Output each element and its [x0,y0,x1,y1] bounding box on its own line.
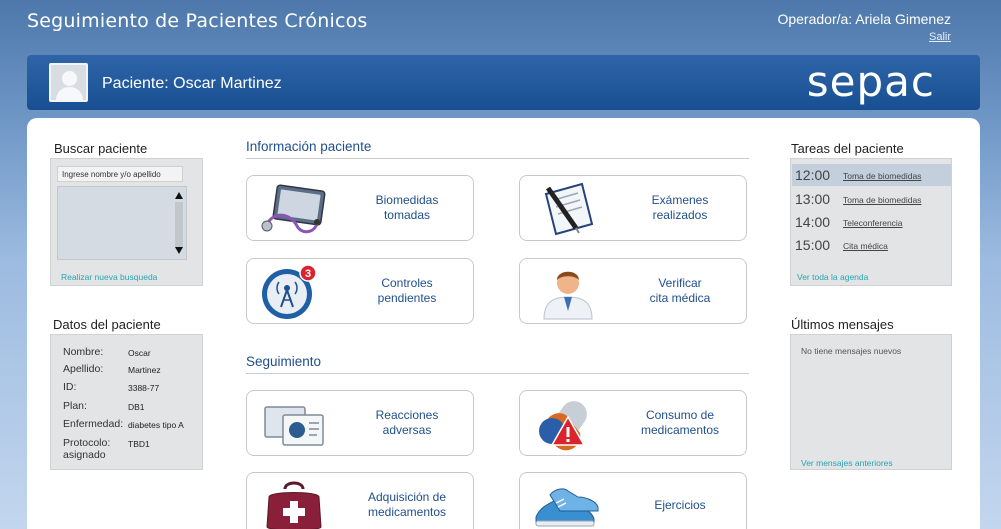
tile-label: Reacciones adversas [375,408,439,437]
tasks-box: 12:00 Toma de biomedidas 13:00 Toma de b… [790,158,952,286]
tile-label: Adquisición de medicamentos [367,490,447,519]
divider [246,158,749,159]
field-value: 3388-77 [128,383,160,393]
logout-link[interactable]: Salir [929,31,951,43]
field-value: Oscar [128,348,151,358]
search-box: Ingrese nombre y/o apellido Realizar nue… [50,158,203,286]
field-value: diabetes tipo A [128,420,184,430]
tablet-stethoscope-icon [261,184,326,234]
field-label: Protocolo: asignado [63,437,111,461]
pill-warning-icon [539,401,587,451]
patient-banner: Paciente: Oscar Martinez sepac [27,55,980,110]
tile-biomedidas[interactable]: Biomedidas tomadas [246,175,474,241]
task-time: 13:00 [795,191,831,207]
task-link[interactable]: Toma de biomedidas [843,195,921,205]
search-title: Buscar paciente [54,141,148,156]
top-bar: Seguimiento de Pacientes Crónicos Operad… [0,0,1001,52]
info-section-title: Información paciente [246,139,372,154]
app-title: Seguimiento de Pacientes Crónicos [27,10,368,32]
messages-empty-text: No tiene mensajes nuevos [801,346,902,356]
search-input[interactable]: Ingrese nombre y/o apellido [57,166,183,182]
field-value: TBD1 [128,439,150,449]
antenna-notification-icon: 3 [262,264,317,319]
scroll-up-icon[interactable] [175,192,183,199]
sneakers-icon [535,488,599,527]
older-messages-link[interactable]: Ver mensajes anteriores [801,458,893,468]
task-time: 14:00 [795,214,831,230]
scroll-down-icon[interactable] [175,247,183,254]
tile-verificar-cita[interactable]: Verificar cita médica [519,258,747,324]
avatar [49,63,88,102]
tile-label: Consumo de medicamentos [640,408,720,437]
patient-data-title: Datos del paciente [53,317,161,332]
tile-ejercicios[interactable]: Ejercicios [519,472,747,529]
follow-section-title: Seguimiento [246,354,322,369]
task-row[interactable]: 14:00 Teleconferencia [792,211,951,233]
main-panel: Buscar paciente Ingrese nombre y/o apell… [27,118,980,529]
doctor-icon [543,271,593,320]
tile-examenes[interactable]: Exámenes realizados [519,175,747,241]
task-link[interactable]: Cita médica [843,241,888,251]
operator-label: Operador/a: Ariela Gimenez [777,11,951,27]
tile-consumo[interactable]: Consumo de medicamentos [519,390,747,456]
task-time: 12:00 [795,167,831,183]
task-row[interactable]: 15:00 Cita médica [792,234,951,256]
tile-label: Exámenes realizados [651,193,709,222]
tile-adquisicion[interactable]: Adquisición de medicamentos [246,472,474,529]
agenda-link[interactable]: Ver toda la agenda [797,272,868,282]
field-label: Apellido: [63,363,104,375]
badge-count: 3 [305,268,311,280]
tile-reacciones[interactable]: Reacciones adversas [246,390,474,456]
tile-controles[interactable]: 3 Controles pendientes [246,258,474,324]
tile-label: Biomedidas tomadas [375,193,439,222]
patient-name: Paciente: Oscar Martinez [102,75,282,92]
brand-logo: sepac [806,57,935,106]
medical-bag-icon [266,481,322,529]
field-value: DB1 [128,402,145,412]
tile-label: Controles pendientes [377,276,437,305]
tile-label: Ejercicios [654,497,706,512]
field-label: Nombre: [63,346,104,358]
task-row[interactable]: 12:00 Toma de biomedidas [792,164,951,186]
task-time: 15:00 [795,237,831,253]
field-label: Enfermedad: [63,418,124,430]
task-link[interactable]: Toma de biomedidas [843,171,921,181]
field-label: Plan: [63,400,87,412]
divider [246,373,749,374]
document-pen-icon [544,182,594,236]
patient-data-box: Nombre: Oscar Apellido: Martinez ID: 338… [50,334,203,470]
messages-box: No tiene mensajes nuevos Ver mensajes an… [790,334,952,470]
tile-label: Verificar cita médica [649,276,711,305]
new-search-link[interactable]: Realizar nueva busqueda [61,272,157,282]
field-value: Martinez [128,365,161,375]
tasks-title: Tareas del paciente [791,141,904,156]
scrollbar-track[interactable] [175,202,183,248]
field-label: ID: [63,381,77,393]
task-row[interactable]: 13:00 Toma de biomedidas [792,188,951,210]
messages-title: Últimos mensajes [791,317,894,332]
adverse-reactions-icon [264,406,324,446]
task-link[interactable]: Teleconferencia [843,218,903,228]
search-results-list[interactable] [57,186,187,260]
